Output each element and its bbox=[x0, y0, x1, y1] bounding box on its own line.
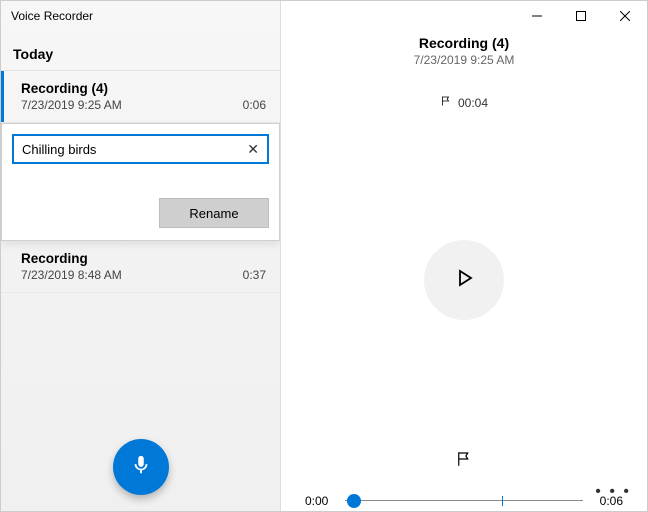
window-title: Voice Recorder bbox=[1, 1, 280, 31]
minimize-button[interactable] bbox=[515, 1, 559, 31]
seek-bar: 0:00 0:06 bbox=[281, 481, 647, 511]
recording-title: Recording (4) bbox=[21, 81, 266, 96]
play-button[interactable] bbox=[424, 240, 504, 320]
clear-icon[interactable]: ✕ bbox=[245, 141, 261, 158]
detail-subtitle: 7/23/2019 9:25 AM bbox=[281, 53, 647, 67]
recordings-pane: Voice Recorder Today Recording (4) 7/23/… bbox=[1, 1, 281, 511]
detail-pane: Recording (4) 7/23/2019 9:25 AM 00:04 0: bbox=[281, 1, 647, 511]
recording-duration: 0:06 bbox=[243, 98, 266, 112]
flag-icon bbox=[440, 95, 452, 110]
play-icon bbox=[452, 266, 476, 295]
rename-input[interactable] bbox=[22, 142, 245, 157]
rename-popup: ✕ Rename bbox=[1, 123, 280, 241]
recording-timestamp: 7/23/2019 9:25 AM bbox=[21, 98, 122, 112]
rename-input-wrap[interactable]: ✕ bbox=[12, 134, 269, 164]
recording-item[interactable]: Recording (4) 7/23/2019 9:25 AM 0:06 bbox=[1, 71, 280, 123]
recording-duration: 0:37 bbox=[243, 268, 266, 282]
rename-button[interactable]: Rename bbox=[159, 198, 269, 228]
window-controls bbox=[515, 1, 647, 31]
seek-current: 0:00 bbox=[305, 494, 335, 508]
recording-title: Recording bbox=[21, 251, 266, 266]
marker-time: 00:04 bbox=[458, 96, 488, 110]
recording-item[interactable]: Recording 7/23/2019 8:48 AM 0:37 bbox=[1, 241, 280, 293]
microphone-icon bbox=[130, 454, 152, 481]
recording-timestamp: 7/23/2019 8:48 AM bbox=[21, 268, 122, 282]
flag-icon bbox=[455, 455, 473, 472]
maximize-icon bbox=[576, 11, 586, 21]
maximize-button[interactable] bbox=[559, 1, 603, 31]
voice-recorder-window: Voice Recorder Today Recording (4) 7/23/… bbox=[0, 0, 648, 512]
seek-thumb[interactable] bbox=[347, 494, 361, 508]
track-line bbox=[345, 500, 583, 501]
play-area bbox=[281, 110, 647, 450]
close-icon bbox=[620, 11, 630, 21]
seek-track[interactable] bbox=[345, 491, 583, 511]
detail-title: Recording (4) bbox=[281, 35, 647, 51]
minimize-icon bbox=[532, 11, 542, 21]
record-button[interactable] bbox=[113, 439, 169, 495]
marker-timestamp[interactable]: 00:04 bbox=[281, 95, 647, 110]
seek-marker-tick bbox=[502, 496, 503, 506]
more-button[interactable]: • • • bbox=[595, 483, 631, 501]
add-marker-button[interactable] bbox=[281, 450, 647, 473]
close-button[interactable] bbox=[603, 1, 647, 31]
section-heading: Today bbox=[1, 31, 280, 71]
